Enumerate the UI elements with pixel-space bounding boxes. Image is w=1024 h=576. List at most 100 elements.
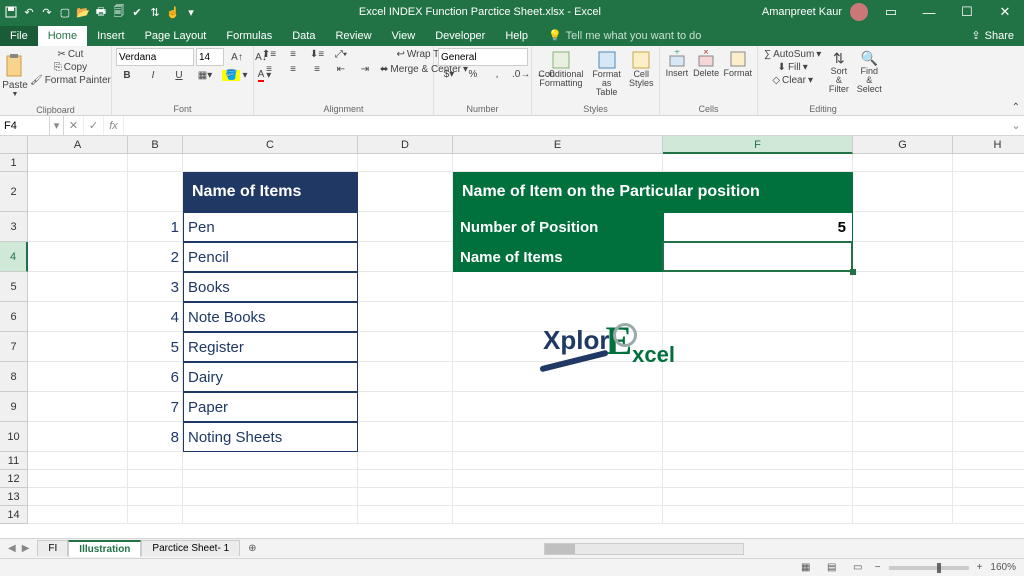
- tell-me[interactable]: 💡Tell me what you want to do: [538, 25, 711, 46]
- sheet-nav-prev-icon[interactable]: ◀: [8, 543, 16, 554]
- tab-file[interactable]: File: [0, 26, 38, 46]
- cell-B2[interactable]: [128, 172, 183, 212]
- tab-view[interactable]: View: [382, 26, 426, 46]
- minimize-icon[interactable]: ―: [914, 2, 944, 22]
- preview-icon[interactable]: 🗐: [112, 5, 126, 19]
- row-header-9[interactable]: 9: [0, 392, 28, 422]
- namebox-dropdown-icon[interactable]: ▾: [50, 116, 64, 135]
- name-box[interactable]: F4: [0, 116, 50, 135]
- format-cells-button[interactable]: Format: [722, 48, 753, 80]
- increase-font-icon[interactable]: A↑: [226, 48, 248, 66]
- fx-icon[interactable]: fx: [104, 116, 124, 135]
- increase-decimal-icon[interactable]: .0→: [510, 68, 532, 81]
- cell-E5[interactable]: [453, 272, 663, 302]
- column-header-H[interactable]: H: [953, 136, 1024, 154]
- fill-button[interactable]: ⬇Fill▾: [762, 61, 823, 74]
- row-header-7[interactable]: 7: [0, 332, 28, 362]
- font-size-select[interactable]: [196, 48, 224, 66]
- row-header-11[interactable]: 11: [0, 452, 28, 470]
- sheet-tab-illustration[interactable]: Illustration: [68, 540, 141, 557]
- tab-developer[interactable]: Developer: [425, 26, 495, 46]
- column-header-D[interactable]: D: [358, 136, 453, 154]
- lookup-name-value[interactable]: [663, 242, 853, 272]
- zoom-level[interactable]: 160%: [990, 562, 1016, 573]
- cell-H9[interactable]: [953, 392, 1024, 422]
- tab-review[interactable]: Review: [325, 26, 381, 46]
- row-header-6[interactable]: 6: [0, 302, 28, 332]
- cell-G11[interactable]: [853, 452, 953, 470]
- qat-dropdown-icon[interactable]: ▾: [184, 5, 198, 19]
- cell-A12[interactable]: [28, 470, 128, 488]
- column-header-F[interactable]: F: [663, 136, 853, 154]
- share-button[interactable]: ⇪Share: [961, 25, 1024, 46]
- sort-icon[interactable]: ⇅: [148, 5, 162, 19]
- cell-A4[interactable]: [28, 242, 128, 272]
- user-name[interactable]: Amanpreet Kaur: [762, 6, 842, 18]
- row-header-14[interactable]: 14: [0, 506, 28, 524]
- redo-icon[interactable]: ↷: [40, 5, 54, 19]
- cell-E1[interactable]: [453, 154, 663, 172]
- currency-icon[interactable]: $▾: [438, 68, 460, 81]
- column-header-B[interactable]: B: [128, 136, 183, 154]
- border-button[interactable]: ▦▾: [194, 69, 216, 82]
- cell-D1[interactable]: [358, 154, 453, 172]
- expand-formula-icon[interactable]: ⌄: [1008, 116, 1024, 135]
- cell-A3[interactable]: [28, 212, 128, 242]
- sheet-nav-next-icon[interactable]: ▶: [22, 543, 30, 554]
- cell-C13[interactable]: [183, 488, 358, 506]
- cell-A8[interactable]: [28, 362, 128, 392]
- orientation-icon[interactable]: ⤢▾: [330, 48, 352, 61]
- cell-G9[interactable]: [853, 392, 953, 422]
- cell-F12[interactable]: [663, 470, 853, 488]
- cell-H14[interactable]: [953, 506, 1024, 524]
- cell-D8[interactable]: [358, 362, 453, 392]
- cell-B11[interactable]: [128, 452, 183, 470]
- cell-D7[interactable]: [358, 332, 453, 362]
- cell-D12[interactable]: [358, 470, 453, 488]
- cell-H1[interactable]: [953, 154, 1024, 172]
- worksheet-grid[interactable]: ABCDEFGH 1234567891011121314 Name of Ite…: [0, 136, 1024, 538]
- tab-formulas[interactable]: Formulas: [216, 26, 282, 46]
- cell-C1[interactable]: [183, 154, 358, 172]
- zoom-out-icon[interactable]: −: [875, 562, 881, 573]
- formula-input[interactable]: [124, 116, 1008, 135]
- maximize-icon[interactable]: ☐: [952, 2, 982, 22]
- normal-view-icon[interactable]: ▦: [797, 561, 815, 575]
- enter-formula-icon[interactable]: ✓: [84, 116, 104, 135]
- cell-H6[interactable]: [953, 302, 1024, 332]
- cell-styles-button[interactable]: Cell Styles: [627, 48, 655, 90]
- align-center-icon[interactable]: ≡: [282, 63, 304, 76]
- cell-E10[interactable]: [453, 422, 663, 452]
- cell-A14[interactable]: [28, 506, 128, 524]
- ribbon-options-icon[interactable]: ▭: [876, 2, 906, 22]
- cell-G8[interactable]: [853, 362, 953, 392]
- save-icon[interactable]: [4, 5, 18, 19]
- find-select-button[interactable]: 🔍Find & Select: [854, 48, 884, 96]
- align-bottom-icon[interactable]: ⬇≡: [306, 48, 328, 61]
- column-header-E[interactable]: E: [453, 136, 663, 154]
- cell-B12[interactable]: [128, 470, 183, 488]
- cell-D9[interactable]: [358, 392, 453, 422]
- row-header-13[interactable]: 13: [0, 488, 28, 506]
- pagebreak-view-icon[interactable]: ▭: [849, 561, 867, 575]
- cell-H12[interactable]: [953, 470, 1024, 488]
- pagelayout-view-icon[interactable]: ▤: [823, 561, 841, 575]
- cell-F9[interactable]: [663, 392, 853, 422]
- underline-button[interactable]: U: [168, 69, 190, 82]
- cell-D2[interactable]: [358, 172, 453, 212]
- cell-F14[interactable]: [663, 506, 853, 524]
- lookup-position-value[interactable]: 5: [663, 212, 853, 242]
- cell-H5[interactable]: [953, 272, 1024, 302]
- row-header-8[interactable]: 8: [0, 362, 28, 392]
- tab-home[interactable]: Home: [38, 26, 87, 46]
- cell-G14[interactable]: [853, 506, 953, 524]
- percent-icon[interactable]: %: [462, 68, 484, 81]
- cell-G10[interactable]: [853, 422, 953, 452]
- tab-pagelayout[interactable]: Page Layout: [135, 26, 217, 46]
- cell-G4[interactable]: [853, 242, 953, 272]
- cell-A7[interactable]: [28, 332, 128, 362]
- horizontal-scrollbar[interactable]: [265, 543, 1024, 555]
- insert-cells-button[interactable]: +Insert: [664, 48, 690, 80]
- cell-D6[interactable]: [358, 302, 453, 332]
- new-icon[interactable]: ▢: [58, 5, 72, 19]
